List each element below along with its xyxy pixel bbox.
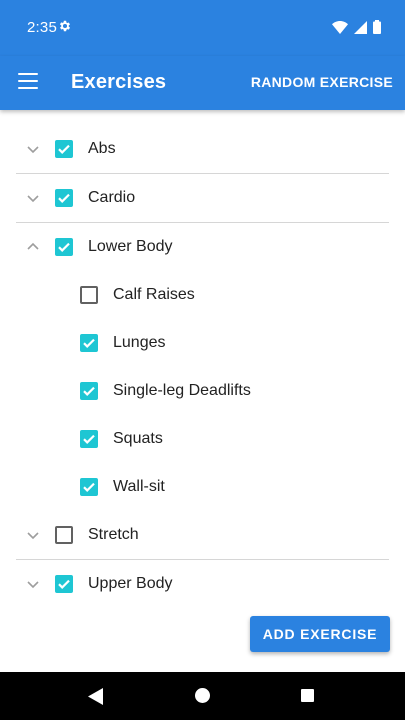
exercise-row-single-leg-deadlifts[interactable]: Single-leg Deadlifts: [16, 367, 389, 415]
back-icon[interactable]: [88, 688, 104, 705]
exercise-row-lunges[interactable]: Lunges: [16, 319, 389, 367]
group-row-abs[interactable]: Abs: [16, 125, 389, 174]
group-label: Stretch: [88, 526, 139, 543]
checkbox-squats[interactable]: [80, 430, 98, 448]
exercise-row-wall-sit[interactable]: Wall-sit: [16, 463, 389, 511]
exercise-label: Wall-sit: [113, 478, 165, 495]
exercise-label: Lunges: [113, 334, 166, 351]
chevron-up-icon[interactable]: [26, 240, 40, 254]
home-icon[interactable]: [195, 688, 210, 703]
chevron-down-icon[interactable]: [26, 528, 40, 542]
group-label: Abs: [88, 140, 116, 157]
group-label: Lower Body: [88, 238, 173, 255]
checkbox-cardio[interactable]: [55, 189, 73, 207]
checkbox-lower-body[interactable]: [55, 238, 73, 256]
check-icon: [83, 338, 95, 348]
checkbox-abs[interactable]: [55, 140, 73, 158]
check-icon: [58, 193, 70, 203]
check-icon: [83, 434, 95, 444]
check-icon: [58, 242, 70, 252]
exercise-row-squats[interactable]: Squats: [16, 415, 389, 463]
recents-icon[interactable]: [301, 689, 314, 702]
check-icon: [83, 482, 95, 492]
add-exercise-button[interactable]: ADD EXERCISE: [250, 616, 390, 652]
check-icon: [83, 386, 95, 396]
gear-icon: [59, 20, 71, 32]
exercise-label: Squats: [113, 430, 163, 447]
checkbox-lunges[interactable]: [80, 334, 98, 352]
status-time: 2:35: [27, 19, 57, 36]
exercise-label: Calf Raises: [113, 286, 195, 303]
exercise-list: Abs Cardio Lower Body Calf Raises Lunges…: [0, 125, 405, 608]
check-icon: [58, 579, 70, 589]
group-row-lower-body[interactable]: Lower Body: [16, 223, 389, 271]
group-label: Cardio: [88, 189, 136, 206]
check-icon: [58, 144, 70, 154]
wifi-icon: [332, 20, 348, 34]
group-label: Upper Body: [88, 575, 173, 592]
page-title: Exercises: [71, 71, 167, 93]
status-bar: 2:35: [0, 0, 405, 56]
battery-icon: [373, 20, 381, 34]
checkbox-wall-sit[interactable]: [80, 478, 98, 496]
group-row-stretch[interactable]: Stretch: [16, 511, 389, 560]
group-row-cardio[interactable]: Cardio: [16, 174, 389, 223]
exercise-row-calf-raises[interactable]: Calf Raises: [16, 271, 389, 319]
group-row-upper-body[interactable]: Upper Body: [16, 560, 389, 608]
chevron-down-icon[interactable]: [26, 142, 40, 156]
chevron-down-icon[interactable]: [26, 191, 40, 205]
exercise-label: Single-leg Deadlifts: [113, 382, 251, 399]
checkbox-stretch[interactable]: [55, 526, 73, 544]
checkbox-single-leg-deadlifts[interactable]: [80, 382, 98, 400]
checkbox-calf-raises[interactable]: [80, 286, 98, 304]
chevron-down-icon[interactable]: [26, 577, 40, 591]
cellular-icon: [354, 20, 367, 34]
menu-icon[interactable]: [18, 73, 38, 89]
status-icons: [332, 19, 381, 35]
app-bar: Exercises RANDOM EXERCISE: [0, 56, 405, 110]
random-exercise-button[interactable]: RANDOM EXERCISE: [251, 74, 393, 90]
checkbox-upper-body[interactable]: [55, 575, 73, 593]
